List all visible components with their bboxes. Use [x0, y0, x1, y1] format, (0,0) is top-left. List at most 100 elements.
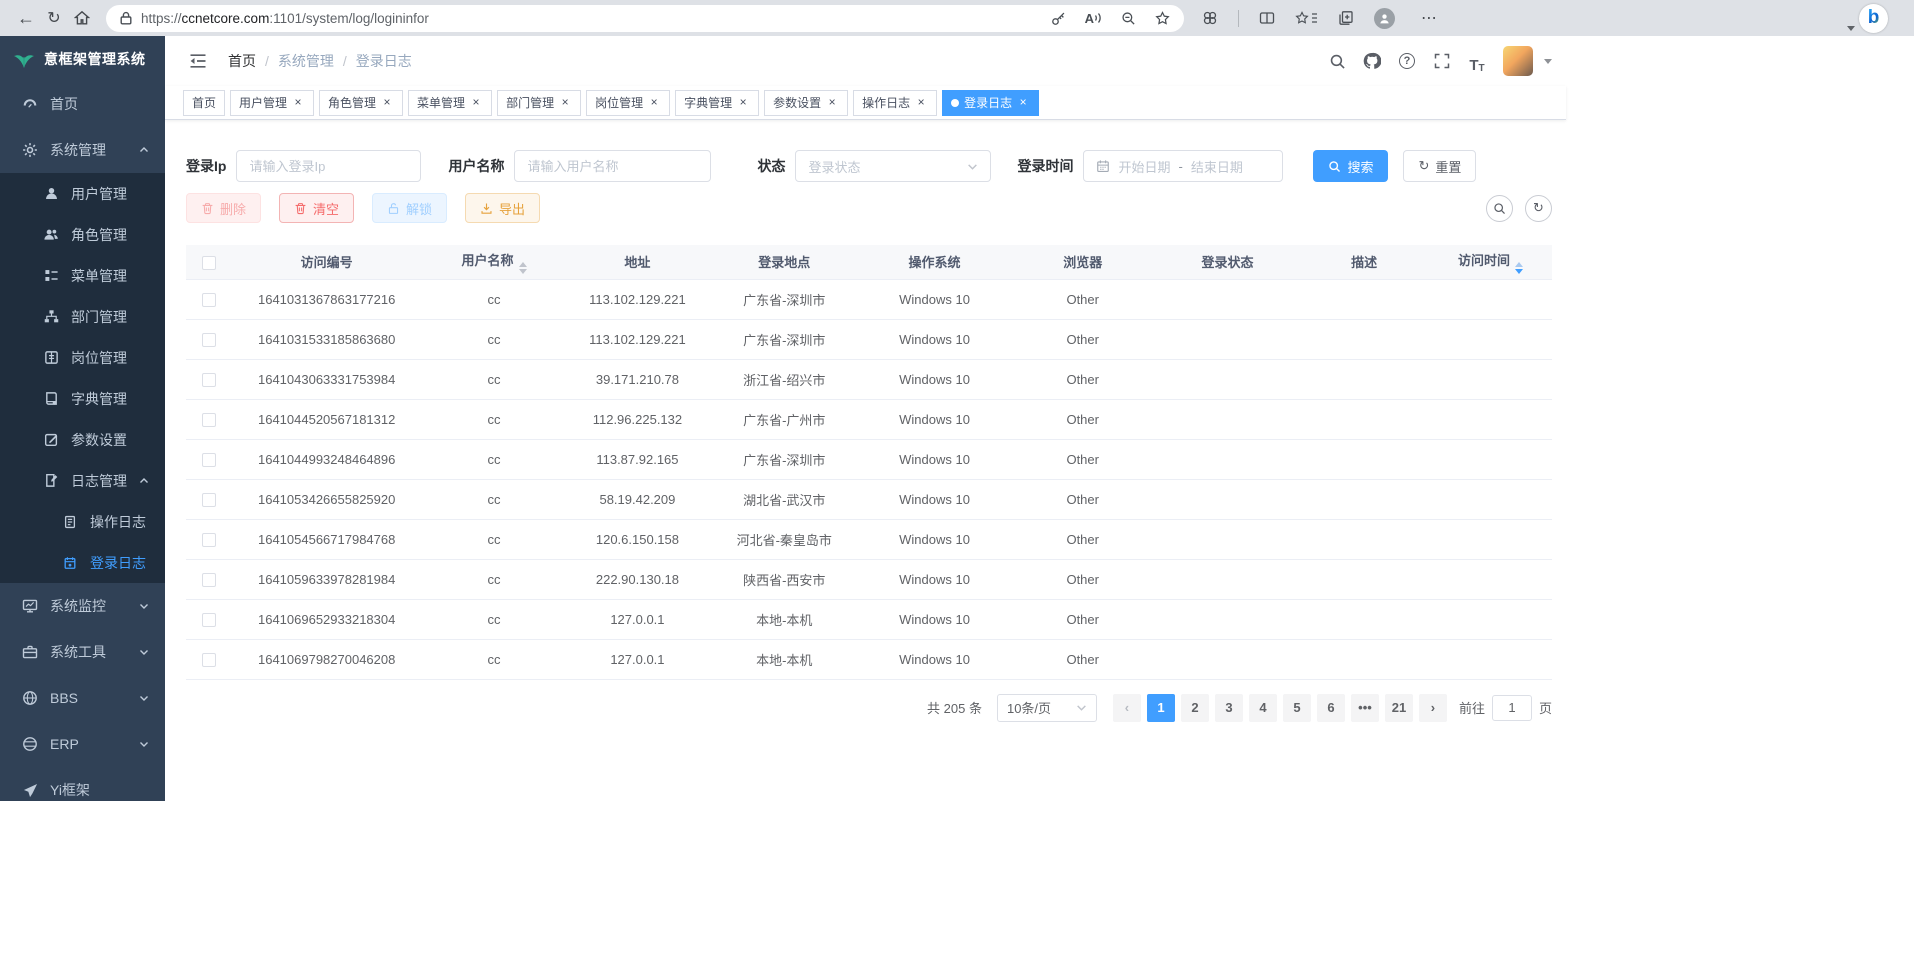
sidebar-fold-button[interactable]	[185, 48, 211, 74]
row-checkbox[interactable]	[202, 493, 216, 507]
read-aloud-icon[interactable]: A	[1085, 11, 1102, 26]
nav-tab[interactable]: 岗位管理 ×	[586, 90, 670, 116]
unlock-button[interactable]: 解锁	[372, 193, 447, 223]
row-checkbox[interactable]	[202, 333, 216, 347]
close-icon[interactable]: ×	[558, 96, 572, 110]
split-screen-icon[interactable]	[1259, 10, 1275, 26]
row-checkbox[interactable]	[202, 373, 216, 387]
refresh-button[interactable]: ↻	[40, 4, 68, 32]
help-icon[interactable]: ?	[1394, 48, 1420, 74]
sort-caret-icon[interactable]	[1515, 262, 1523, 274]
address-bar[interactable]: https://ccnetcore.com:1101/system/log/lo…	[106, 5, 1184, 32]
clear-button[interactable]: 清空	[279, 193, 354, 223]
close-icon[interactable]: ×	[825, 96, 839, 110]
refresh-table-button[interactable]: ↻	[1525, 195, 1552, 222]
zoom-icon[interactable]	[1121, 11, 1136, 26]
nav-tab[interactable]: 用户管理 ×	[230, 90, 314, 116]
close-icon[interactable]: ×	[380, 96, 394, 110]
page-button[interactable]: 4	[1249, 694, 1277, 722]
row-checkbox[interactable]	[202, 413, 216, 427]
sidebar-item-role-mgmt[interactable]: 角色管理	[0, 214, 165, 255]
sidebar-item-post-mgmt[interactable]: 岗位管理	[0, 337, 165, 378]
sidebar-item-home[interactable]: 首页	[0, 81, 165, 127]
nav-tab[interactable]: 首页	[183, 90, 225, 116]
sidebar-item-system[interactable]: 系统管理	[0, 127, 165, 173]
col-username[interactable]: 用户名称	[422, 245, 565, 279]
sidebar-item-yi[interactable]: Yi框架	[0, 767, 165, 801]
page-button[interactable]: 2	[1181, 694, 1209, 722]
nav-tab[interactable]: 菜单管理 ×	[408, 90, 492, 116]
row-checkbox[interactable]	[202, 293, 216, 307]
page-button[interactable]: 6	[1317, 694, 1345, 722]
show-search-button[interactable]	[1486, 195, 1513, 222]
search-button[interactable]: 搜索	[1313, 150, 1388, 182]
favorites-star-icon[interactable]	[1155, 11, 1170, 26]
page-button[interactable]: 21	[1385, 694, 1413, 722]
username-input[interactable]	[514, 150, 711, 182]
page-button[interactable]: •••	[1351, 694, 1379, 722]
page-size-select[interactable]: 10条/页	[997, 694, 1097, 722]
sidebar-item-user-mgmt[interactable]: 用户管理	[0, 173, 165, 214]
github-icon[interactable]	[1359, 48, 1385, 74]
reset-button[interactable]: ↻ 重置	[1403, 150, 1476, 182]
nav-tab[interactable]: 字典管理 ×	[675, 90, 759, 116]
page-button[interactable]: 1	[1147, 694, 1175, 722]
status-select[interactable]: 登录状态	[795, 150, 991, 182]
home-button[interactable]	[68, 4, 96, 32]
sidebar-item-erp[interactable]: ERP	[0, 721, 165, 767]
close-icon[interactable]: ×	[1016, 96, 1030, 110]
nav-tab[interactable]: 登录日志 ×	[942, 90, 1039, 116]
avatar[interactable]	[1503, 46, 1533, 76]
close-icon[interactable]: ×	[647, 96, 661, 110]
col-time[interactable]: 访问时间	[1429, 245, 1552, 279]
row-checkbox[interactable]	[202, 533, 216, 547]
date-range-picker[interactable]: 开始日期 - 结束日期	[1083, 150, 1283, 182]
delete-button[interactable]: 删除	[186, 193, 261, 223]
row-checkbox[interactable]	[202, 653, 216, 667]
row-checkbox[interactable]	[202, 613, 216, 627]
settings-more-icon[interactable]: ⋯	[1415, 4, 1443, 32]
password-key-icon[interactable]	[1051, 11, 1066, 26]
favorites-bar-icon[interactable]	[1295, 11, 1318, 25]
next-page-button[interactable]: ›	[1419, 694, 1447, 722]
close-icon[interactable]: ×	[914, 96, 928, 110]
collections-icon[interactable]	[1338, 10, 1354, 26]
close-icon[interactable]: ×	[291, 96, 305, 110]
nav-tab[interactable]: 部门管理 ×	[497, 90, 581, 116]
page-button[interactable]: 3	[1215, 694, 1243, 722]
ip-input[interactable]	[236, 150, 421, 182]
export-button[interactable]: 导出	[465, 193, 540, 223]
sort-caret-icon[interactable]	[519, 262, 527, 274]
page-button[interactable]: 5	[1283, 694, 1311, 722]
sidebar-item-dept-mgmt[interactable]: 部门管理	[0, 296, 165, 337]
url-text[interactable]: https://ccnetcore.com:1101/system/log/lo…	[141, 11, 1051, 26]
sidebar-item-menu-mgmt[interactable]: 菜单管理	[0, 255, 165, 296]
row-checkbox[interactable]	[202, 453, 216, 467]
row-checkbox[interactable]	[202, 573, 216, 587]
copilot-icon[interactable]: b	[1859, 4, 1888, 33]
extensions-icon[interactable]	[1202, 10, 1218, 26]
profile-icon[interactable]	[1374, 8, 1395, 29]
fullscreen-icon[interactable]	[1429, 48, 1455, 74]
sidebar-item-dict-mgmt[interactable]: 字典管理	[0, 378, 165, 419]
breadcrumb-item[interactable]: 首页	[228, 51, 256, 71]
nav-tab[interactable]: 角色管理 ×	[319, 90, 403, 116]
close-icon[interactable]: ×	[469, 96, 483, 110]
select-all-checkbox[interactable]	[202, 256, 216, 270]
sidebar-item-loginlog[interactable]: 登录日志	[0, 542, 165, 583]
sidebar-item-config[interactable]: 参数设置	[0, 419, 165, 460]
nav-tab[interactable]: 操作日志 ×	[853, 90, 937, 116]
goto-page-input[interactable]	[1492, 695, 1532, 721]
prev-page-button[interactable]: ‹	[1113, 694, 1141, 722]
back-button[interactable]: ←	[12, 4, 40, 32]
header-search-icon[interactable]	[1324, 48, 1350, 74]
close-icon[interactable]: ×	[736, 96, 750, 110]
sidebar-item-log-mgmt[interactable]: 日志管理	[0, 460, 165, 501]
breadcrumb-item[interactable]: 系统管理	[278, 51, 334, 71]
sidebar-item-operlog[interactable]: 操作日志	[0, 501, 165, 542]
sidebar-item-monitor[interactable]: 系统监控	[0, 583, 165, 629]
sidebar-item-bbs[interactable]: BBS	[0, 675, 165, 721]
font-size-icon[interactable]: TT	[1464, 48, 1490, 74]
sidebar-item-tools[interactable]: 系统工具	[0, 629, 165, 675]
nav-tab[interactable]: 参数设置 ×	[764, 90, 848, 116]
